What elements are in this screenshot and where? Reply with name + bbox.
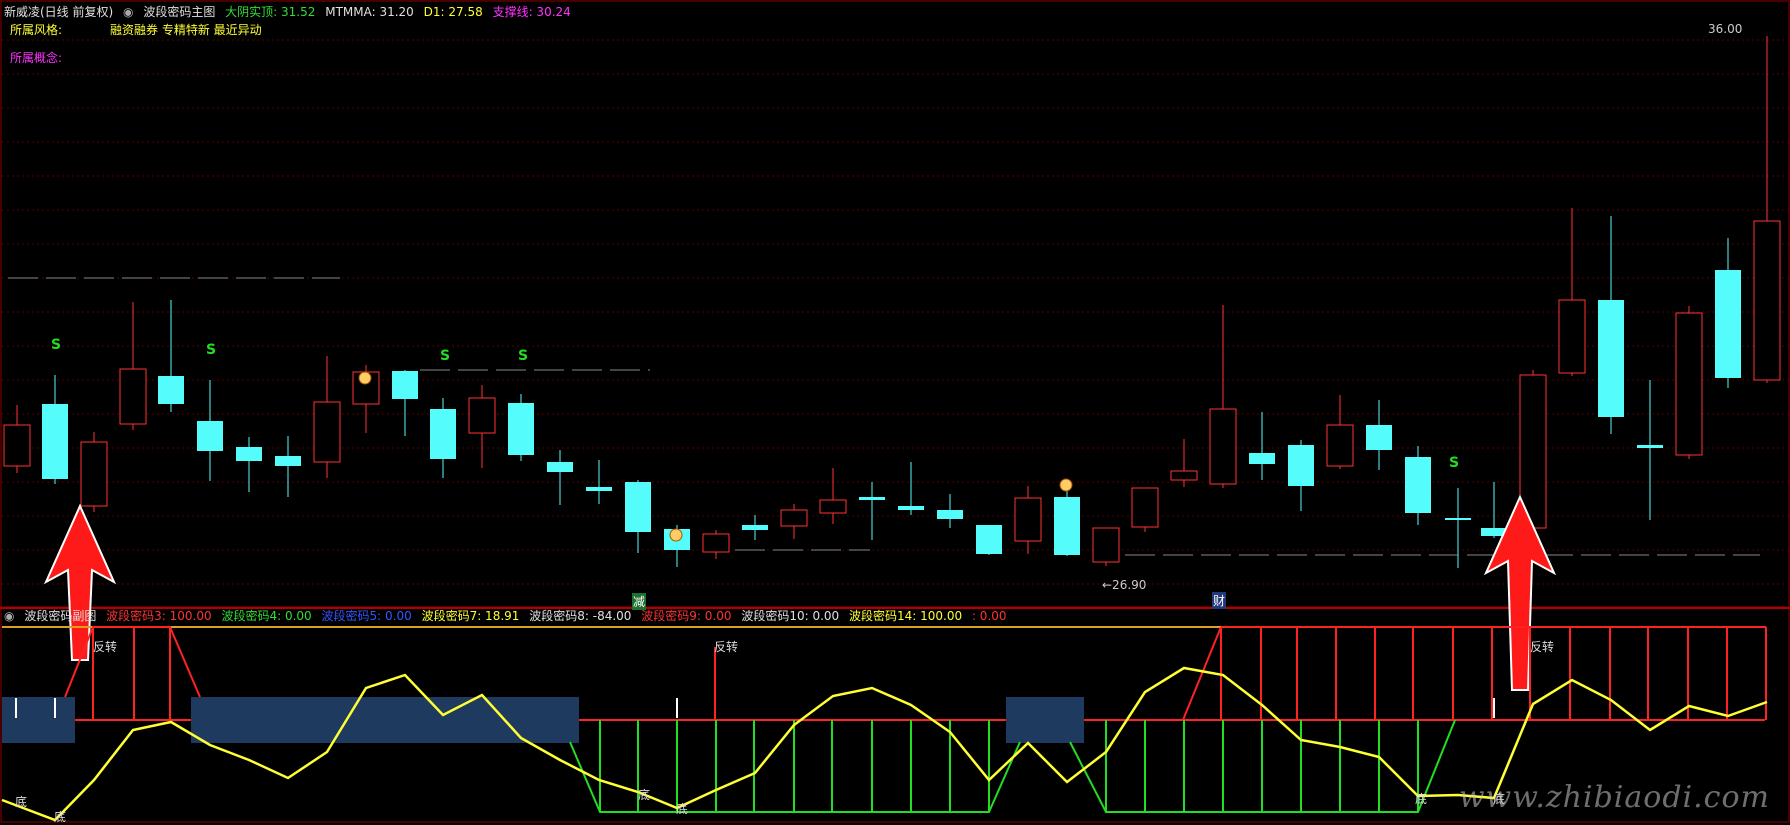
concept-label: 所属概念: [10,51,63,65]
code4-value: 波段密码4: 0.00 [221,609,312,623]
indicator-name[interactable]: 波段密码主图 [143,5,215,19]
fanzhuan-label: 反转 [714,640,739,654]
fanzhuan-label: 反转 [93,640,118,654]
high-price-label: 36.00 [1708,22,1743,36]
candle-down [1715,270,1741,378]
candle-down [275,456,301,466]
candle-down [586,487,612,491]
main-header: 新威凌(日线 前复权) ◉ 波段密码主图 大阴实顶: 31.52 MTMMA: … [4,4,577,20]
concept-row: 所属概念: [10,50,68,66]
s-marker: S [1449,455,1460,471]
navy-block [1006,697,1084,743]
candle-down [976,525,1002,554]
di-label: 底 [638,788,651,802]
candle-down [158,376,184,404]
chart-window: 新威凌(日线 前复权) ◉ 波段密码主图 大阴实顶: 31.52 MTMMA: … [0,0,1790,824]
candle-up [1131,487,1159,528]
candle-down [430,409,456,459]
hand-cursor-icon [1059,478,1073,492]
collapse-icon[interactable]: ◉ [123,5,133,19]
candle-down [1598,300,1624,417]
price-chart[interactable] [0,0,1790,823]
code-last-value: : 0.00 [971,609,1007,623]
style-value: 融资融券 专精特新 最近异动 [110,23,262,37]
code9-value: 波段密码9: 0.00 [641,609,732,623]
fanzhuan-label: 反转 [1530,640,1555,654]
sub-header: ◉ 波段密码副图 波段密码3: 100.00 波段密码4: 0.00 波段密码5… [4,608,1013,624]
candle-up [1209,408,1237,485]
candle-down [1445,518,1471,520]
zhi-cheng-xian-value: 支撑线: 30.24 [492,5,571,19]
di-label: 底 [15,795,28,809]
low-price-label: ←26.90 [1102,578,1147,592]
candle-up [819,499,847,514]
style-label: 所属风格: [10,23,63,37]
d1-value: D1: 27.58 [423,5,483,19]
candle-down [898,506,924,510]
candle-down [236,447,262,461]
candle-up [3,424,31,467]
candle-up [780,509,808,527]
di-label: 底 [54,810,67,824]
code14-value: 波段密码14: 100.00 [849,609,963,623]
code3-value: 波段密码3: 100.00 [106,609,212,623]
mtmma-value: MTMMA: 31.20 [325,5,414,19]
candle-up [702,533,730,553]
code5-value: 波段密码5: 0.00 [321,609,412,623]
candle-down [1249,453,1275,464]
candle-down [508,403,534,455]
candle-up [1014,497,1042,542]
candle-down [1405,457,1431,513]
candle-up [119,368,147,425]
candle-up [313,401,341,463]
style-value-row: 融资融券 专精特新 最近异动 [110,22,268,38]
candle-up [1675,312,1703,456]
candle-down [392,371,418,399]
candle-down [859,497,885,500]
s-marker: S [440,348,451,364]
candle-down [547,462,573,472]
candle-up [1753,220,1781,381]
code10-value: 波段密码10: 0.00 [741,609,840,623]
candle-down [742,525,768,530]
candle-down [625,482,651,532]
sub-indicator-name[interactable]: 波段密码副图 [24,609,96,623]
stock-title: 新威凌(日线 前复权) [4,5,114,19]
code8-value: 波段密码8: -84.00 [529,609,632,623]
red-arrow [43,503,117,661]
cai-marker[interactable]: 财 [1212,592,1227,609]
candle-up [1170,470,1198,481]
sub-collapse-icon[interactable]: ◉ [4,609,14,623]
di-label: 底 [1415,792,1428,806]
s-marker: S [51,337,62,353]
candle-down [1637,445,1663,448]
watermark: www.zhibiaodi.com [1458,780,1770,815]
candle-down [937,510,963,519]
hand-cursor-icon [358,371,372,385]
candle-down [42,404,68,479]
candle-up [80,441,108,507]
candle-down [197,421,223,451]
da-yin-shi-ding-value: 大阴实顶: 31.52 [225,5,316,19]
code7-value: 波段密码7: 18.91 [421,609,520,623]
hand-cursor-icon [669,528,683,542]
navy-block [2,697,75,743]
candle-up [1558,299,1586,374]
candle-down [1366,425,1392,450]
s-marker: S [206,342,217,358]
candle-up [1092,527,1120,563]
style-row: 所属风格: [10,22,68,38]
candle-down [1288,445,1314,486]
s-marker: S [518,348,529,364]
candle-up [1326,424,1354,467]
candle-down [1054,497,1080,555]
candle-up [468,397,496,434]
di-label: 底 [676,802,689,816]
